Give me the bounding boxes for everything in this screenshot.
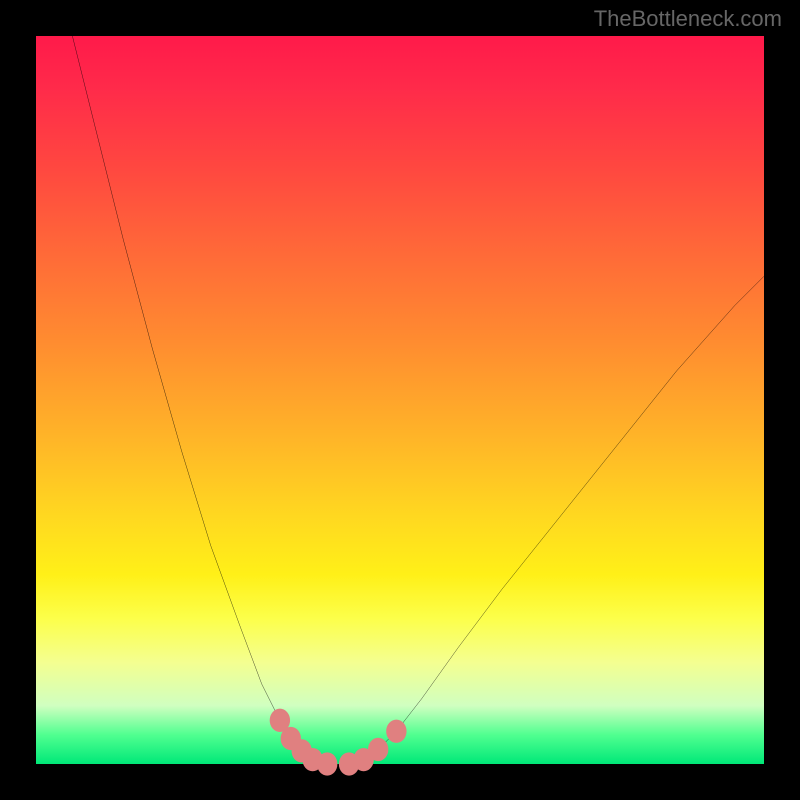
valley-marker (317, 752, 337, 775)
valley-marker (368, 738, 388, 761)
right-curve (349, 276, 764, 764)
valley-marker (386, 720, 406, 743)
left-curve (72, 36, 327, 764)
watermark-text: TheBottleneck.com (594, 6, 782, 32)
chart-svg (36, 36, 764, 764)
chart-container: TheBottleneck.com (0, 0, 800, 800)
